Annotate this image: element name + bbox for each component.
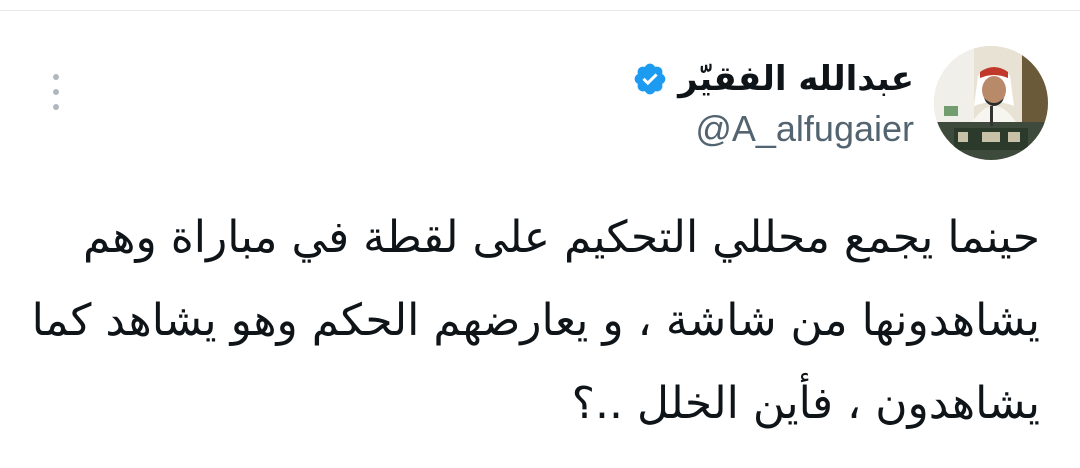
tweet-text-line: حينما يجمع محللي التحكيم على لقطة في مبا… — [83, 212, 1040, 263]
tweet-text: حينما يجمع محللي التحكيم على لقطة في مبا… — [31, 196, 1040, 445]
more-options-button[interactable] — [40, 70, 72, 114]
verified-badge-icon — [634, 63, 666, 95]
author-display-name[interactable]: عبدالله الفقيّر — [678, 56, 914, 102]
tweet-card[interactable]: عبدالله الفقيّر @A_alfugaier حينما يجمع … — [0, 0, 1080, 468]
more-dot — [53, 89, 59, 95]
author-handle[interactable]: @A_alfugaier — [695, 106, 914, 152]
avatar-photo — [934, 46, 1048, 160]
more-dot — [53, 74, 59, 80]
more-dot — [53, 104, 59, 110]
author-name-row[interactable]: عبدالله الفقيّر — [632, 56, 914, 102]
tweet-text-line: يشاهدون ، فأين الخلل ..؟ — [571, 378, 1040, 429]
tweet-text-line: يشاهدونها من شاشة ، و يعارضهم الحكم وهو … — [31, 295, 1040, 346]
avatar[interactable] — [934, 46, 1048, 160]
